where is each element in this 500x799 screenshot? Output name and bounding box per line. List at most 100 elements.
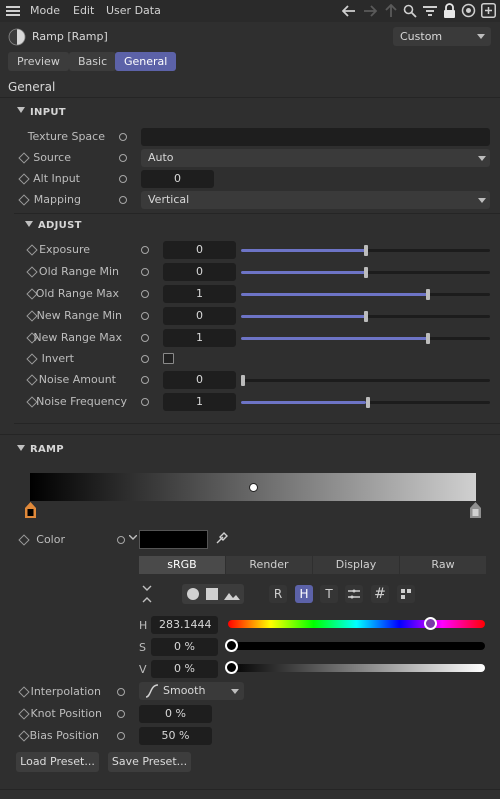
preset-value: Custom [400,30,443,43]
exposure-slider[interactable] [241,245,490,256]
target-icon[interactable] [461,3,476,18]
menu-user-data[interactable]: User Data [106,4,161,17]
value-slider[interactable] [225,661,485,674]
old-range-max-label: Old Range Max [35,287,119,300]
keyframe-ring-icon[interactable] [119,133,127,141]
menu-edit[interactable]: Edit [73,4,94,17]
slider-handle[interactable] [426,289,430,300]
old-range-min-field[interactable]: 0 [163,263,236,281]
add-panel-icon[interactable] [481,3,496,18]
keyframe-ring-icon[interactable] [141,268,149,276]
knot-position-field[interactable]: 0 % [139,705,212,723]
slider-handle[interactable] [364,245,368,256]
swatches-icon[interactable] [397,585,415,603]
preset-dropdown[interactable]: Custom [393,27,491,46]
keyframe-ring-icon[interactable] [117,710,125,718]
h-field[interactable]: 283.1444 [151,616,218,634]
slider-handle[interactable] [364,311,368,322]
noise-frequency-slider[interactable] [241,397,490,408]
keyframe-ring-icon[interactable] [141,312,149,320]
s-field[interactable]: 0 % [151,638,218,656]
mode-srgb[interactable]: sRGB [139,556,225,574]
keyframe-ring-icon[interactable] [141,290,149,298]
filter-icon[interactable] [423,4,437,18]
noise-amount-field[interactable]: 0 [163,371,236,389]
slider-handle[interactable] [225,661,238,674]
slider-handle[interactable] [366,397,370,408]
exposure-field[interactable]: 0 [163,241,236,259]
tab-preview[interactable]: Preview [8,52,69,71]
invert-checkbox[interactable] [163,353,174,364]
gradient-midpoint-handle[interactable] [249,483,258,492]
forward-arrow-icon[interactable] [363,4,377,18]
knot-start-handle[interactable] [24,502,37,519]
hex-icon[interactable]: # [371,585,389,603]
rgb-mode-button[interactable]: R [269,585,287,603]
slider-handle[interactable] [241,375,245,386]
keyframe-ring-icon[interactable] [141,246,149,254]
color-swatch[interactable] [139,530,208,549]
collapse-input-icon[interactable] [17,107,25,113]
keyframe-ring-icon[interactable] [119,175,127,183]
new-range-min-field[interactable]: 0 [163,307,236,325]
noise-amount-label: Noise Amount [38,373,116,386]
hue-slider[interactable] [228,617,485,630]
noise-frequency-field[interactable]: 1 [163,393,236,411]
hsv-mode-button[interactable]: H [295,585,313,603]
old-range-max-field[interactable]: 1 [163,285,236,303]
noise-amount-slider[interactable] [241,375,490,386]
collapse-adjust-icon[interactable] [25,221,33,227]
save-preset-button[interactable]: Save Preset... [108,752,191,772]
new-range-max-slider[interactable] [241,333,490,344]
mode-raw[interactable]: Raw [400,556,486,574]
slider-handle[interactable] [364,267,368,278]
source-dropdown[interactable]: Auto [141,149,490,167]
tab-basic[interactable]: Basic [69,52,117,71]
keyframe-ring-icon[interactable] [119,154,127,162]
old-range-min-slider[interactable] [241,267,490,278]
knot-end-handle[interactable] [469,502,482,519]
tab-general[interactable]: General [115,52,177,71]
slider-handle[interactable] [426,333,430,344]
noise-frequency-label: Noise Frequency [36,395,127,408]
mode-display[interactable]: Display [313,556,399,574]
mixer-icon[interactable] [345,585,363,603]
slider-fill [241,337,428,340]
keyframe-ring-icon[interactable] [141,355,149,363]
keyframe-ring-icon[interactable] [117,536,125,544]
keyframe-ring-icon[interactable] [141,398,149,406]
chevron-down-icon[interactable] [129,535,137,541]
new-range-max-field[interactable]: 1 [163,329,236,347]
keyframe-ring-icon[interactable] [117,688,125,696]
alt-input-field[interactable]: 0 [141,170,214,188]
keyframe-ring-icon[interactable] [141,376,149,384]
saturation-slider[interactable] [225,639,485,652]
v-field[interactable]: 0 % [151,660,218,678]
lock-icon[interactable] [443,3,456,18]
load-preset-button[interactable]: Load Preset... [16,752,99,772]
mode-render[interactable]: Render [226,556,312,574]
expand-collapse-icon[interactable] [142,584,152,604]
keyframe-ring-icon[interactable] [141,334,149,342]
back-arrow-icon[interactable] [342,4,356,18]
mapping-dropdown[interactable]: Vertical [141,191,490,209]
interpolation-dropdown[interactable]: Smooth [139,682,244,700]
bias-position-field[interactable]: 50 % [139,727,212,745]
image-picker-icon[interactable] [224,588,240,600]
hamburger-icon[interactable] [6,5,20,17]
up-arrow-icon[interactable] [384,4,398,18]
collapse-ramp-icon[interactable] [17,445,25,451]
slider-handle[interactable] [225,639,238,652]
eyedropper-icon[interactable] [215,531,229,545]
kelvin-mode-button[interactable]: T [320,585,338,603]
texture-space-field[interactable] [141,128,490,146]
slider-handle[interactable] [424,617,438,630]
old-range-max-slider[interactable] [241,289,490,300]
keyframe-ring-icon[interactable] [117,732,125,740]
search-icon[interactable] [403,4,417,18]
new-range-min-slider[interactable] [241,311,490,322]
square-picker-icon[interactable] [206,588,218,600]
menu-mode[interactable]: Mode [30,4,60,17]
circle-picker-icon[interactable] [186,587,200,601]
keyframe-ring-icon[interactable] [119,196,127,204]
